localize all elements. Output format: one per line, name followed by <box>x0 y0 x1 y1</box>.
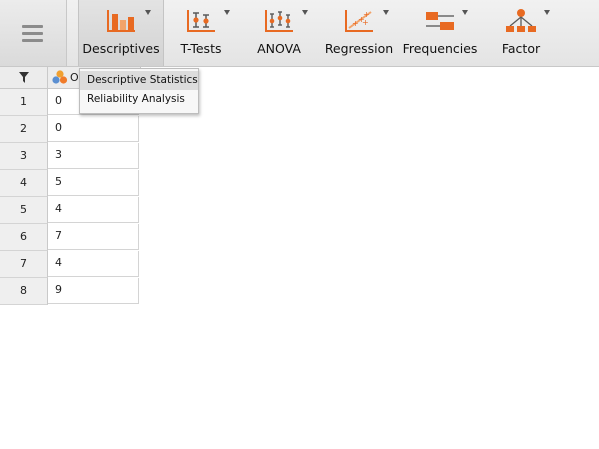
data-cell[interactable]: 4 <box>48 251 139 277</box>
factor-icon <box>506 9 536 32</box>
data-cell[interactable]: 0 <box>48 116 139 142</box>
main-menu-button[interactable] <box>0 0 67 66</box>
anova-label: ANOVA <box>257 41 301 56</box>
chevron-down-icon <box>544 10 550 15</box>
descriptives-label: Descriptives <box>82 41 160 56</box>
t-tests-label: T-Tests <box>180 41 222 56</box>
factor-label: Factor <box>501 41 541 56</box>
frequencies-icon <box>426 12 454 30</box>
descriptives-icon <box>107 10 135 32</box>
factor-button[interactable]: Factor <box>486 0 556 66</box>
hamburger-icon <box>22 25 43 28</box>
descriptives-button[interactable]: Descriptives <box>78 0 164 66</box>
t-tests-button[interactable]: T-Tests <box>164 0 238 66</box>
row-number[interactable]: 6 <box>0 224 48 251</box>
nominal-variable-icon <box>52 70 68 84</box>
row-number[interactable]: 1 <box>0 89 48 116</box>
chevron-down-icon <box>462 10 468 15</box>
table-row: 5 4 <box>0 197 140 224</box>
table-row: 8 9 <box>0 278 140 305</box>
analysis-ribbon: Descriptives T-Tests ANOVA + + + + Regre… <box>0 0 599 67</box>
data-cell[interactable]: 4 <box>48 197 139 223</box>
regression-button[interactable]: + + + + Regression <box>322 0 396 66</box>
t-tests-icon <box>187 10 215 32</box>
chevron-down-icon <box>145 10 151 15</box>
svg-text:+: + <box>362 18 369 27</box>
frequencies-label: Frequencies <box>402 41 478 56</box>
frequencies-button[interactable]: Frequencies <box>402 0 478 66</box>
data-cell[interactable]: 7 <box>48 224 139 250</box>
regression-icon: + + + + <box>345 10 373 32</box>
filter-button[interactable] <box>0 67 48 88</box>
table-row: 6 7 <box>0 224 140 251</box>
chevron-down-icon <box>302 10 308 15</box>
row-number[interactable]: 2 <box>0 116 48 143</box>
data-cell[interactable]: 9 <box>48 278 139 304</box>
anova-icon <box>265 10 293 32</box>
menu-item-descriptive-statistics[interactable]: Descriptive Statistics <box>80 71 198 90</box>
descriptives-dropdown-menu: Descriptive Statistics Reliability Analy… <box>79 68 199 114</box>
data-cell[interactable]: 5 <box>48 170 139 196</box>
row-number[interactable]: 7 <box>0 251 48 278</box>
regression-label: Regression <box>324 41 394 56</box>
hamburger-icon-bar <box>22 39 43 42</box>
anova-button[interactable]: ANOVA <box>244 0 314 66</box>
row-number[interactable]: 5 <box>0 197 48 224</box>
filter-icon <box>19 72 29 83</box>
column-name: O <box>70 71 79 84</box>
table-row: 2 0 <box>0 116 140 143</box>
table-row: 7 4 <box>0 251 140 278</box>
table-row: 4 5 <box>0 170 140 197</box>
menu-item-reliability-analysis[interactable]: Reliability Analysis <box>80 90 198 109</box>
hamburger-icon-bar <box>22 32 43 35</box>
row-number[interactable]: 8 <box>0 278 48 305</box>
chevron-down-icon <box>383 10 389 15</box>
row-number[interactable]: 4 <box>0 170 48 197</box>
data-cell[interactable]: 3 <box>48 143 139 169</box>
row-number[interactable]: 3 <box>0 143 48 170</box>
chevron-down-icon <box>224 10 230 15</box>
table-row: 3 3 <box>0 143 140 170</box>
